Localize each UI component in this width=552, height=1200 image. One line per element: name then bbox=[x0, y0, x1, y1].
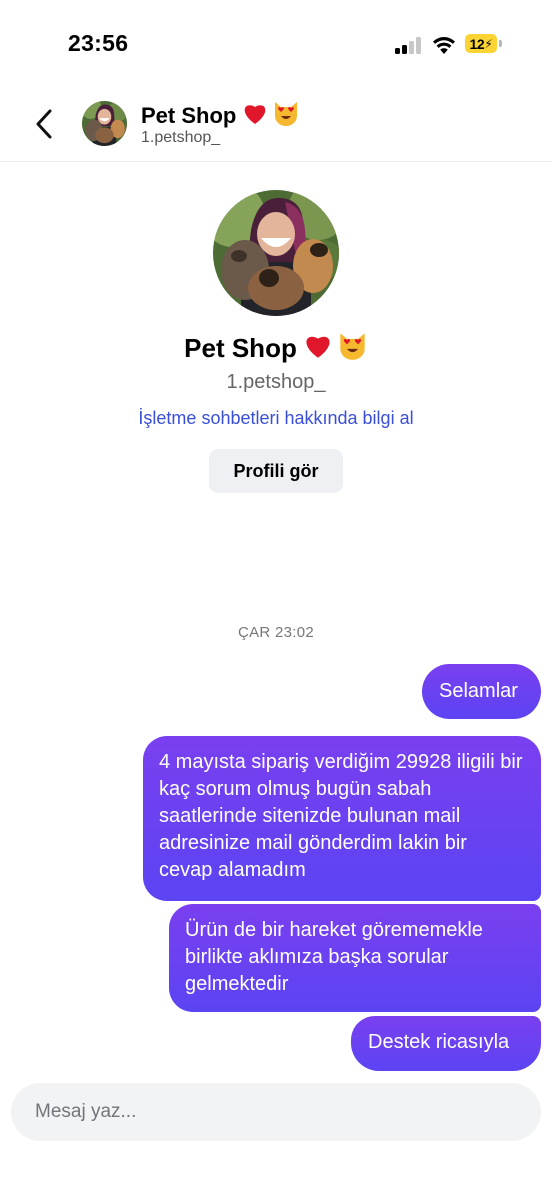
back-button[interactable] bbox=[28, 104, 60, 144]
avatar-image bbox=[82, 101, 127, 146]
status-bar: 23:56 12 ⚡ bbox=[0, 0, 552, 90]
message-input[interactable] bbox=[11, 1083, 541, 1141]
profile-name: Pet Shop bbox=[0, 330, 552, 364]
wifi-icon bbox=[433, 37, 455, 54]
signal-icon bbox=[395, 36, 423, 54]
header-name-text: Pet Shop bbox=[141, 103, 237, 128]
message-composer bbox=[11, 1083, 541, 1141]
heart-icon bbox=[245, 105, 266, 124]
profile-photo bbox=[213, 190, 339, 316]
message-bubble[interactable]: Selamlar bbox=[422, 664, 541, 719]
message-bubble[interactable]: Destek ricasıyla bbox=[351, 1016, 541, 1071]
profile-avatar[interactable] bbox=[213, 190, 339, 316]
profile-name-text: Pet Shop bbox=[184, 333, 297, 363]
avatar[interactable] bbox=[82, 101, 127, 146]
profile-handle: 1.petshop_ bbox=[226, 371, 326, 393]
message-bubble[interactable]: Ürün de bir hareket görememekle birlikte… bbox=[169, 904, 541, 1012]
heart-eyes-cat-icon bbox=[340, 333, 365, 360]
heart-eyes-cat-icon bbox=[275, 102, 298, 126]
view-profile-button[interactable]: Profili gör bbox=[209, 449, 343, 493]
battery-level: 12 bbox=[469, 35, 485, 52]
message-timestamp: ÇAR 23:02 bbox=[237, 624, 315, 641]
heart-icon bbox=[306, 336, 330, 358]
chevron-left-icon bbox=[36, 109, 52, 139]
battery-charging-icon: 12 ⚡ bbox=[465, 34, 503, 54]
chat-header: Pet Shop 1.petshop_ bbox=[0, 90, 552, 162]
header-handle: 1.petshop_ bbox=[141, 129, 221, 146]
business-chats-info-link[interactable]: İşletme sohbetleri hakkında bilgi al bbox=[0, 408, 552, 429]
status-time: 23:56 bbox=[68, 30, 129, 56]
header-name[interactable]: Pet Shop bbox=[141, 99, 300, 129]
message-bubble[interactable]: 4 mayısta sipariş verdiğim 29928 iligili… bbox=[143, 736, 541, 901]
